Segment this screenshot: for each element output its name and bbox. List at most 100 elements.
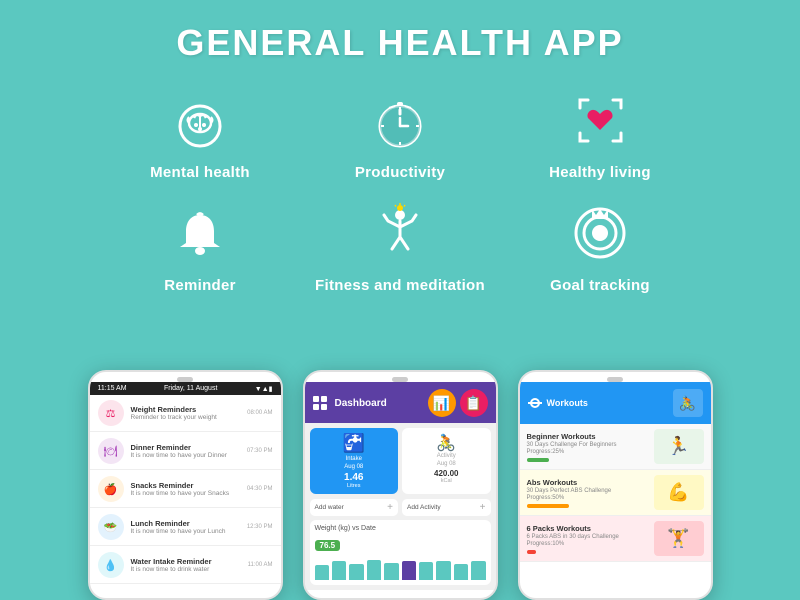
reminder-title-weight: Weight Reminders (131, 405, 244, 414)
phone3-title: Workouts (547, 398, 588, 408)
reminder-item-weight: ⚖ Weight Reminders Reminder to track you… (90, 395, 281, 432)
bar-6 (402, 561, 416, 580)
reminder-item-lunch: 🥗 Lunch Reminder It is now time to have … (90, 509, 281, 546)
brain-icon (164, 84, 236, 156)
intake-label: Intake (315, 456, 394, 462)
add-row: Add water + Add Activity + (310, 499, 491, 516)
figure-icon (364, 197, 436, 269)
bell-icon (164, 197, 236, 269)
app-title: GENERAL HEALTH APP (0, 22, 800, 64)
reminder-text-snacks: Snacks Reminder It is now time to have y… (131, 481, 243, 497)
activity-date: Aug 08 (407, 461, 486, 467)
reminder-text-water: Water Intake Reminder It is now time to … (131, 557, 244, 573)
workout-sub-beginner: 30 Days Challenge For Beginners (527, 442, 617, 448)
bar-8 (436, 561, 450, 581)
fitness-label: Fitness and meditation (315, 277, 485, 294)
phone2-header: Dashboard 📊 📋 (305, 382, 496, 423)
workout-progress-label-abs: Progress:50% (527, 495, 612, 501)
activity-value: 420.00 (407, 469, 486, 478)
phone1-icons: ▼▲▮ (255, 385, 273, 393)
phone-workouts: Workouts 🚴 Beginner Workouts 30 Days Cha… (518, 370, 713, 600)
add-activity-label: Add Activity (407, 504, 441, 511)
reminder-item-dinner: 🍽 Dinner Reminder It is now time to have… (90, 433, 281, 470)
goal-tracking-label: Goal tracking (550, 277, 650, 294)
phone2-title: Dashboard (335, 398, 387, 409)
feature-goal-tracking: Goal tracking (500, 187, 700, 300)
reminder-avatar-dinner: 🍽 (98, 438, 124, 464)
workout-progress-label-sixpacks: Progress:10% (527, 541, 619, 547)
add-activity-btn[interactable]: Add Activity + (402, 499, 491, 516)
reminder-text-weight: Weight Reminders Reminder to track your … (131, 405, 244, 421)
phone1-reminders-list: ⚖ Weight Reminders Reminder to track you… (90, 395, 281, 584)
weight-chart-value: 76.5 (315, 540, 341, 551)
feature-mental-health: Mental health (100, 74, 300, 187)
reminder-sub-water: It is now time to drink water (131, 566, 244, 573)
feature-row-1: Mental health (60, 74, 740, 187)
weight-chart-title: Weight (kg) vs Date (315, 525, 486, 532)
reminder-text-lunch: Lunch Reminder It is now time to have yo… (131, 519, 243, 535)
weight-chart: Weight (kg) vs Date 76.5 (310, 520, 491, 585)
workout-progress-label-beginner: Progress:25% (527, 449, 617, 455)
workout-card-inner-sixpacks: 6 Packs Workouts 6 Packs ABS in 30 days … (527, 521, 704, 556)
workout-image-beginner: 🏃 (654, 429, 704, 464)
workout-image-abs: 💪 (654, 475, 704, 510)
reminder-time-dinner: 07:30 PM (247, 448, 273, 454)
reminder-time-weight: 08:00 AM (247, 410, 272, 416)
reminder-avatar-lunch: 🥗 (98, 514, 124, 540)
page-header: GENERAL HEALTH APP (0, 0, 800, 74)
phone-reminders: 11:15 AM Friday, 11 August ▼▲▮ ⚖ Weight … (88, 370, 283, 600)
add-water-btn[interactable]: Add water + (310, 499, 399, 516)
workout-name-abs: Abs Workouts (527, 478, 612, 487)
activity-unit: kCal (407, 478, 486, 484)
feature-productivity: Productivity (300, 74, 500, 187)
phone1-statusbar: 11:15 AM Friday, 11 August ▼▲▮ (90, 382, 281, 395)
workout-sub-abs: 30 Days Perfect ABS Challenge (527, 488, 612, 494)
productivity-label: Productivity (355, 164, 445, 181)
bar-4 (367, 560, 381, 580)
phone1-date: Friday, 11 August (164, 385, 217, 393)
bar-10 (471, 561, 485, 580)
workout-sub-sixpacks: 6 Packs ABS in 30 days Challenge (527, 534, 619, 540)
reminder-sub-snacks: It is now time to have your Snacks (131, 490, 243, 497)
workout-name-beginner: Beginner Workouts (527, 432, 617, 441)
intake-date: Aug 08 (315, 464, 394, 470)
reminder-avatar-snacks: 🍎 (98, 476, 124, 502)
reminder-title-lunch: Lunch Reminder (131, 519, 243, 528)
reminder-avatar-weight: ⚖ (98, 400, 124, 426)
reminder-label: Reminder (164, 277, 236, 294)
reminder-text-dinner: Dinner Reminder It is now time to have y… (131, 443, 243, 459)
workout-card-abs: Abs Workouts 30 Days Perfect ABS Challen… (520, 470, 711, 516)
workout-card-sixpacks: 6 Packs Workouts 6 Packs ABS in 30 days … (520, 516, 711, 562)
reminder-title-snacks: Snacks Reminder (131, 481, 243, 490)
dash-cards-row: 🚰 Intake Aug 08 1.46 Litres 🚴 Activity A… (310, 428, 491, 494)
bar-9 (454, 564, 468, 580)
bar-2 (332, 561, 346, 580)
activity-label: Activity (407, 453, 486, 459)
workout-card-inner-beginner: Beginner Workouts 30 Days Challenge For … (527, 429, 704, 464)
intake-card: 🚰 Intake Aug 08 1.46 Litres (310, 428, 399, 494)
features-grid: Mental health (0, 74, 800, 300)
bar-3 (349, 564, 363, 580)
target-icon (564, 197, 636, 269)
clock-icon (364, 84, 436, 156)
feature-reminder: Reminder (100, 187, 300, 300)
reminder-time-snacks: 04:30 PM (247, 486, 273, 492)
reminder-sub-dinner: It is now time to have your Dinner (131, 452, 243, 459)
chart-bars (315, 555, 486, 580)
add-water-label: Add water (315, 504, 344, 511)
workout-image-sixpacks: 🏋️ (654, 521, 704, 556)
workout-info-beginner: Beginner Workouts 30 Days Challenge For … (527, 432, 617, 462)
reminder-sub-lunch: It is now time to have your Lunch (131, 528, 243, 535)
workout-info-sixpacks: 6 Packs Workouts 6 Packs ABS in 30 days … (527, 524, 619, 554)
phones-section: 11:15 AM Friday, 11 August ▼▲▮ ⚖ Weight … (0, 362, 800, 600)
workout-progress-bar-abs (527, 504, 569, 508)
workout-info-abs: Abs Workouts 30 Days Perfect ABS Challen… (527, 478, 612, 508)
add-activity-plus-icon: + (480, 502, 486, 513)
phone2-body: 🚰 Intake Aug 08 1.46 Litres 🚴 Activity A… (305, 423, 496, 590)
workout-card-inner-abs: Abs Workouts 30 Days Perfect ABS Challen… (527, 475, 704, 510)
activity-icon: 🚴 (407, 433, 486, 453)
feature-row-2: Reminder (60, 187, 740, 300)
bar-5 (384, 563, 398, 581)
intake-unit: Litres (315, 483, 394, 489)
reminder-time-lunch: 12:30 PM (247, 524, 273, 530)
